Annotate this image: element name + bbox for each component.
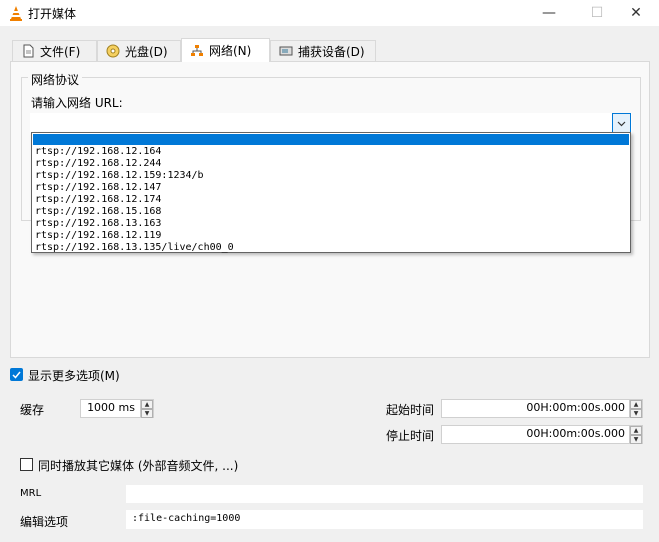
- url-input[interactable]: [30, 113, 632, 133]
- edit-options-value: :file-caching=1000: [132, 513, 241, 524]
- list-item[interactable]: rtsp://192.168.12.159:1234/b: [35, 170, 204, 182]
- url-history-list: rtsp://192.168.12.164 rtsp://192.168.12.…: [31, 132, 631, 253]
- tab-label: 网络(N): [209, 44, 252, 58]
- show-more-checkbox[interactable]: [10, 368, 23, 381]
- list-item[interactable]: rtsp://192.168.12.164: [35, 146, 161, 158]
- dropdown-button[interactable]: [612, 113, 631, 133]
- spin-arrows[interactable]: ▲ ▼: [140, 400, 153, 418]
- list-item[interactable]: rtsp://192.168.12.147: [35, 182, 161, 194]
- list-item[interactable]: rtsp://192.168.12.119: [35, 230, 161, 242]
- edit-options-label: 编辑选项: [20, 515, 69, 529]
- tab-label: 捕获设备(D): [298, 44, 365, 59]
- tab-disc[interactable]: 光盘(D): [97, 40, 181, 61]
- minimize-button[interactable]: —: [526, 0, 572, 26]
- spin-arrows[interactable]: ▲ ▼: [629, 426, 642, 444]
- start-time-label: 起始时间: [386, 403, 435, 417]
- tab-label: 光盘(D): [125, 44, 168, 59]
- sync-play-checkbox[interactable]: [20, 458, 33, 471]
- spin-down-icon[interactable]: ▼: [141, 409, 153, 418]
- mrl-field[interactable]: [126, 485, 643, 503]
- spin-up-icon[interactable]: ▲: [630, 400, 642, 409]
- start-time-value: 00H:00m:00s.000: [526, 401, 625, 414]
- chevron-down-icon: [617, 116, 626, 130]
- spin-down-icon[interactable]: ▼: [630, 435, 642, 444]
- cache-value: 1000 ms: [87, 401, 135, 414]
- spin-up-icon[interactable]: ▲: [141, 400, 153, 409]
- list-item[interactable]: rtsp://192.168.13.163: [35, 218, 161, 230]
- tab-network[interactable]: 网络(N): [181, 38, 270, 62]
- list-item[interactable]: rtsp://192.168.15.168: [35, 206, 161, 218]
- list-item[interactable]: rtsp://192.168.12.244: [35, 158, 161, 170]
- url-label: 请输入网络 URL:: [31, 96, 123, 110]
- list-item[interactable]: rtsp://192.168.12.174: [35, 194, 161, 206]
- file-icon: [21, 44, 35, 58]
- tab-capture[interactable]: 捕获设备(D): [270, 40, 376, 61]
- sync-play-label[interactable]: 同时播放其它媒体 (外部音频文件, ...): [38, 457, 238, 474]
- vlc-cone-icon: [8, 5, 24, 21]
- stop-time-label: 停止时间: [386, 429, 435, 443]
- network-icon: [190, 44, 204, 58]
- show-more-label[interactable]: 显示更多选项(M): [28, 367, 120, 384]
- list-item[interactable]: rtsp://192.168.13.135/live/ch00_0: [35, 242, 234, 254]
- tab-label: 文件(F): [40, 44, 81, 59]
- stop-time-value: 00H:00m:00s.000: [526, 427, 625, 440]
- selected-item-highlight[interactable]: [33, 134, 629, 145]
- disc-icon: [106, 44, 120, 58]
- capture-icon: [279, 44, 293, 58]
- tab-file[interactable]: 文件(F): [12, 40, 97, 61]
- close-button[interactable]: ✕: [613, 0, 659, 26]
- mrl-label: MRL: [20, 488, 42, 499]
- cache-label: 缓存: [20, 403, 45, 417]
- spin-up-icon[interactable]: ▲: [630, 426, 642, 435]
- checkmark-icon: [12, 368, 21, 382]
- window-title: 打开媒体: [28, 7, 77, 21]
- group-title: 网络协议: [28, 71, 83, 88]
- spin-down-icon[interactable]: ▼: [630, 409, 642, 418]
- spin-arrows[interactable]: ▲ ▼: [629, 400, 642, 418]
